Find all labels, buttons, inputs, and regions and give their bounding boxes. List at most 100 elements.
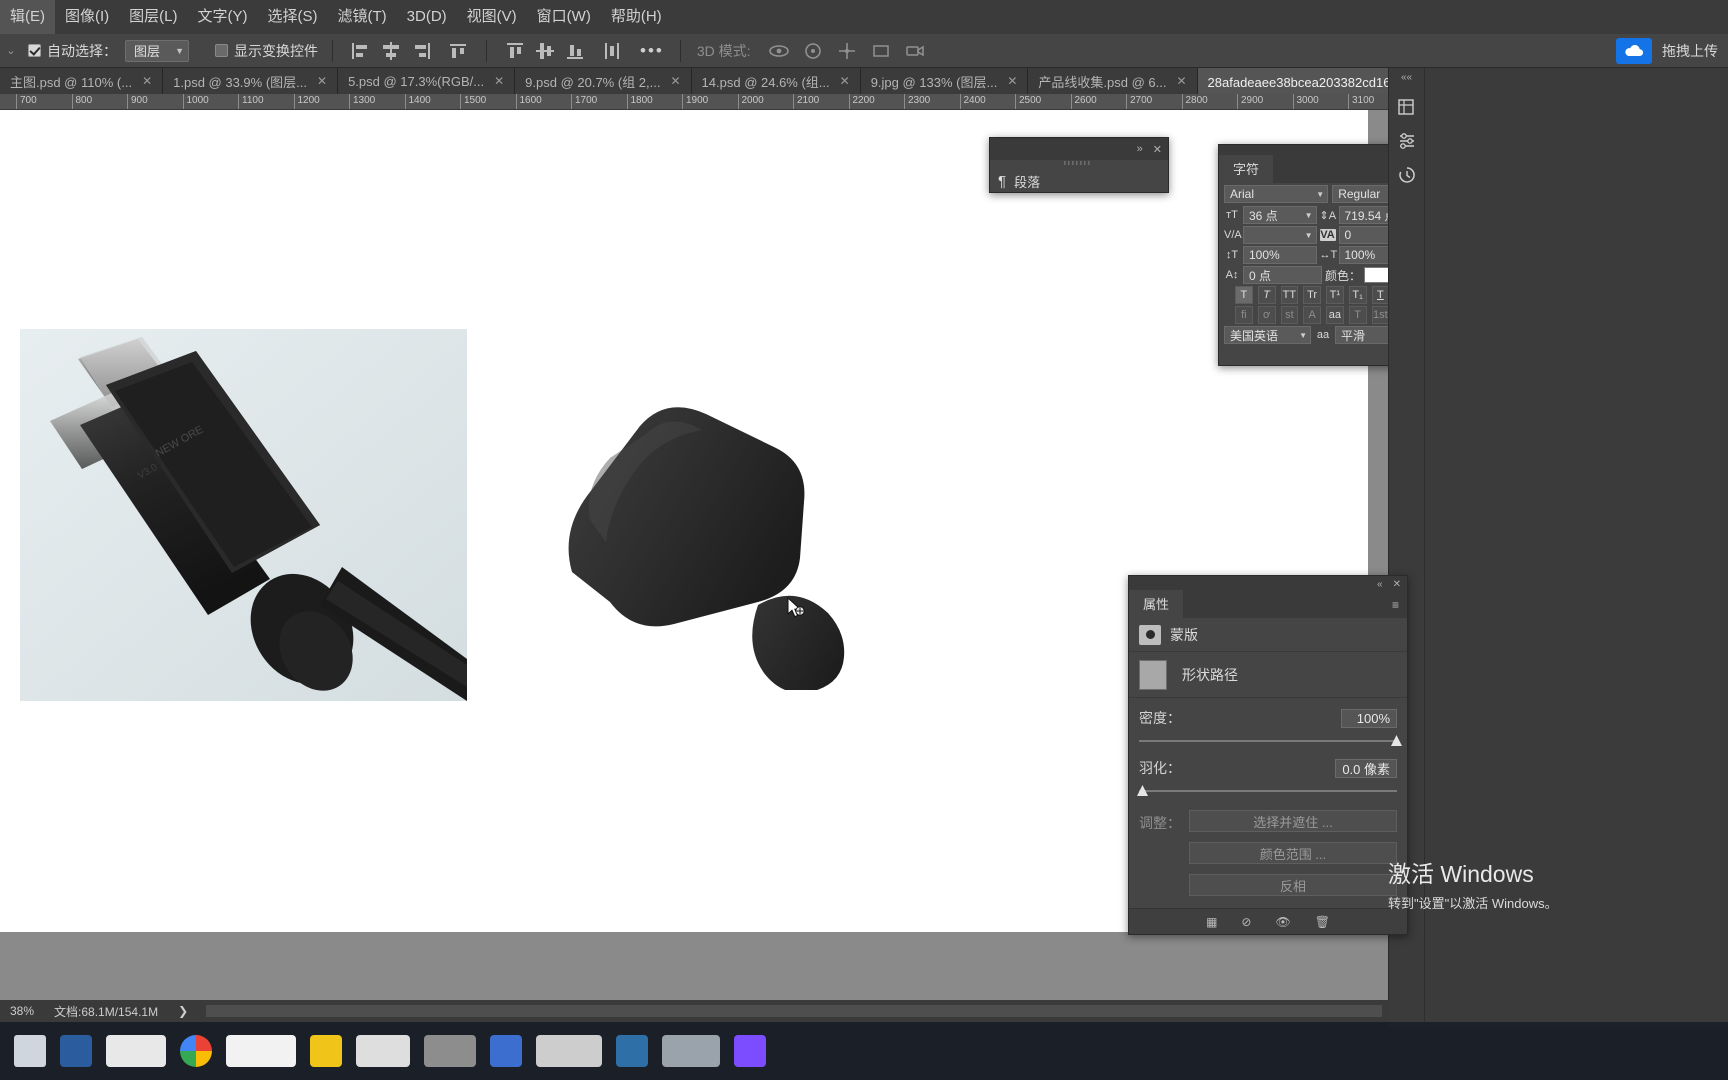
font-size-field[interactable]: 36 点 ▼ — [1243, 206, 1317, 224]
path-row[interactable]: 形状路径 — [1129, 652, 1407, 698]
show-transform-checkbox[interactable] — [215, 44, 228, 57]
taskbar-app-icon[interactable] — [662, 1035, 720, 1067]
auto-select-option[interactable]: 自动选择： — [22, 34, 123, 68]
document-tab[interactable]: 主图.psd @ 110% (... ✕ — [0, 68, 164, 94]
document-tab[interactable]: 9.psd @ 20.7% (组 2,... ✕ — [515, 68, 692, 94]
feather-slider-knob[interactable] — [1137, 785, 1148, 796]
taskbar-app-icon[interactable] — [616, 1035, 648, 1067]
vector-shape-artwork[interactable] — [560, 400, 890, 693]
tab-character-blank[interactable] — [1273, 174, 1405, 183]
menu-item-view[interactable]: 视图(V) — [457, 0, 527, 34]
close-icon[interactable]: ✕ — [142, 74, 152, 88]
distribute-vertical-centers-icon[interactable] — [532, 39, 558, 63]
menu-item-edit[interactable]: 辑(E) — [0, 0, 55, 34]
density-slider-knob[interactable] — [1391, 735, 1402, 746]
auto-select-checkbox[interactable] — [28, 44, 41, 57]
tab-properties[interactable]: 属性 — [1129, 590, 1184, 618]
windows-taskbar[interactable] — [0, 1022, 1728, 1080]
distribute-top-icon[interactable] — [502, 39, 528, 63]
feather-field[interactable]: 0.0 像素 — [1335, 758, 1397, 778]
style-discretionary-ligature-button[interactable]: st — [1280, 306, 1299, 324]
document-tab[interactable]: 5.psd @ 17.3%(RGB/... ✕ — [338, 68, 516, 94]
roll-3d-icon[interactable] — [801, 40, 825, 62]
history-icon[interactable] — [1397, 165, 1417, 185]
pan-3d-icon[interactable] — [835, 40, 859, 62]
taskbar-app-icon[interactable] — [536, 1035, 602, 1067]
zoom-level[interactable]: 38% — [0, 1004, 44, 1018]
document-tab[interactable]: 14.psd @ 24.6% (组... ✕ — [691, 68, 861, 94]
color-range-button[interactable]: 颜色范围 ... — [1189, 842, 1397, 864]
align-horizontal-centers-icon[interactable] — [378, 39, 404, 63]
language-dropdown[interactable]: 美国英语 ▼ — [1224, 326, 1312, 344]
collapse-dock-icon[interactable]: «« — [1389, 68, 1424, 83]
style-bold-button[interactable]: T — [1235, 286, 1253, 304]
upload-label[interactable]: 拖拽上传 — [1652, 41, 1728, 61]
reference-photo[interactable]: NEW ORE V3.0 — [20, 329, 467, 701]
more-options-button[interactable]: ••• — [632, 41, 672, 61]
close-icon[interactable]: ✕ — [317, 74, 327, 88]
style-italic-button[interactable]: T — [1257, 286, 1276, 304]
close-icon[interactable]: ✕ — [1176, 74, 1186, 88]
orbit-3d-icon[interactable] — [767, 40, 791, 62]
taskbar-app-icon[interactable] — [106, 1035, 166, 1067]
menu-item-filter[interactable]: 滤镜(T) — [328, 0, 397, 34]
style-swash-button[interactable]: A — [1303, 306, 1321, 324]
vertical-scale-field[interactable]: 100% — [1243, 246, 1317, 264]
menu-item-type[interactable]: 文字(Y) — [188, 0, 258, 34]
document-tab[interactable]: 1.psd @ 33.9% (图层... ✕ — [163, 68, 339, 94]
tab-character[interactable]: 字符 — [1219, 155, 1274, 183]
checkerboard-icon[interactable]: ▦ — [1206, 915, 1217, 929]
style-ordinal-button[interactable]: 1st — [1371, 306, 1390, 324]
camera-3d-icon[interactable] — [903, 40, 927, 62]
close-icon[interactable]: ✕ — [670, 74, 680, 88]
distribute-bottom-icon[interactable] — [562, 39, 588, 63]
library-icon[interactable] — [1397, 97, 1417, 117]
visibility-icon[interactable]: 👁 — [1275, 915, 1290, 929]
close-icon[interactable]: ✕ — [840, 74, 850, 88]
document-tab[interactable]: 产品线收集.psd @ 6... ✕ — [1028, 68, 1198, 94]
style-standard-ligature-button[interactable]: fi — [1235, 306, 1253, 324]
paragraph-tab[interactable]: ¶ 段落 — [990, 166, 1168, 196]
vector-mask-thumb[interactable] — [1139, 659, 1167, 690]
style-smallcaps-button[interactable]: Tr — [1303, 286, 1321, 304]
style-titling-button[interactable]: T — [1348, 306, 1367, 324]
show-transform-option[interactable]: 显示变换控件 — [209, 34, 324, 68]
menu-item-select[interactable]: 选择(S) — [258, 0, 328, 34]
select-and-mask-button[interactable]: 选择并遮住 ... — [1189, 810, 1397, 832]
feather-slider-track[interactable] — [1137, 785, 1397, 796]
style-superscript-button[interactable]: T¹ — [1326, 286, 1344, 304]
auto-select-scope-dropdown[interactable]: 图层 ▼ — [125, 39, 189, 62]
density-slider-track[interactable] — [1139, 735, 1402, 746]
close-icon[interactable]: ✕ — [494, 74, 504, 88]
collapse-icon[interactable]: » — [1137, 143, 1143, 155]
taskbar-app-icon[interactable] — [490, 1035, 522, 1067]
adjustments-icon[interactable] — [1397, 131, 1417, 151]
baseline-shift-field[interactable]: 0 点 — [1243, 266, 1322, 284]
taskbar-explorer-icon[interactable] — [60, 1035, 92, 1067]
taskbar-app-icon[interactable] — [734, 1035, 766, 1067]
menu-item-3d[interactable]: 3D(D) — [397, 0, 457, 34]
menu-item-layer[interactable]: 图层(L) — [119, 0, 187, 34]
align-left-edges-icon[interactable] — [348, 39, 374, 63]
tab-properties-blank[interactable] — [1183, 609, 1392, 618]
style-contextual-alternate-button[interactable]: ơ — [1257, 306, 1276, 324]
taskbar-start-icon[interactable] — [14, 1035, 46, 1067]
feather-control[interactable]: 羽化： 0.0 像素 — [1129, 742, 1407, 796]
menu-item-image[interactable]: 图像(I) — [55, 0, 119, 34]
invert-button[interactable]: 反相 — [1189, 874, 1397, 896]
style-subscript-button[interactable]: T₁ — [1348, 286, 1367, 304]
style-underline-button[interactable]: T — [1371, 286, 1390, 304]
document-tab[interactable]: 9.jpg @ 133% (图层... ✕ — [860, 68, 1029, 94]
style-allcaps-button[interactable]: TT — [1280, 286, 1299, 304]
delete-icon[interactable]: 🗑 — [1315, 915, 1330, 929]
density-field[interactable]: 100% — [1341, 708, 1397, 728]
apply-icon[interactable]: ⊘ — [1241, 915, 1251, 929]
style-oldstyle-button[interactable]: aa — [1326, 306, 1344, 324]
align-right-edges-icon[interactable] — [408, 39, 434, 63]
taskbar-app-icon[interactable] — [226, 1035, 296, 1067]
slide-3d-icon[interactable] — [869, 40, 893, 62]
menu-item-help[interactable]: 帮助(H) — [601, 0, 672, 34]
taskbar-app-icon[interactable] — [356, 1035, 410, 1067]
paragraph-panel[interactable]: » ✕ ¶ 段落 — [989, 137, 1169, 193]
font-family-dropdown[interactable]: Arial ▼ — [1224, 185, 1329, 203]
